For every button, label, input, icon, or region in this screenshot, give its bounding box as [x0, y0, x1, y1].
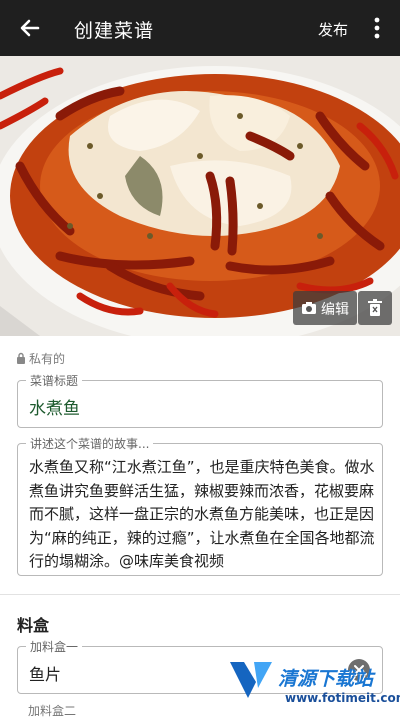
lock-icon [16, 352, 26, 367]
recipe-story-field[interactable]: 讲述这个菜谱的故事... 水煮鱼又称“江水煮江鱼”，也是重庆特色美食。做水煮鱼讲… [17, 435, 383, 576]
trash-icon [368, 299, 382, 316]
recipe-story-label: 讲述这个菜谱的故事... [26, 435, 154, 452]
watermark-text: 清源下载站 [278, 668, 374, 690]
recipe-title-field[interactable]: 菜谱标题 水煮鱼 [17, 372, 383, 428]
app-bar: 创建菜谱 发布 [0, 0, 400, 56]
watermark-url: www.fotimeit.com [285, 691, 400, 705]
page-title: 创建菜谱 [74, 20, 155, 42]
recipe-story-textarea[interactable]: 水煮鱼又称“江水煮江鱼”，也是重庆特色美食。做水煮鱼讲究鱼要鲜活生猛，辣椒要辣而… [29, 456, 377, 574]
recipe-title-input[interactable]: 水煮鱼 [29, 394, 80, 419]
section-divider [0, 594, 400, 595]
recipe-title-label: 菜谱标题 [26, 372, 83, 389]
edit-image-button[interactable]: 编辑 [293, 291, 357, 325]
camera-icon [301, 300, 317, 316]
privacy-label: 私有的 [29, 352, 66, 366]
watermark-logo-icon [230, 662, 272, 698]
edit-image-label: 编辑 [321, 302, 349, 318]
site-watermark: 清源下载站 www.fotimeit.com [228, 656, 400, 711]
ingredient-label-1: 加料盒一 [26, 638, 83, 655]
more-options-icon[interactable] [364, 14, 390, 42]
ingredient-input-1[interactable]: 鱼片 [29, 661, 61, 685]
back-arrow-icon[interactable] [14, 12, 46, 44]
ingredients-section-title: 料盒 [17, 616, 50, 635]
privacy-indicator[interactable]: 私有的 [16, 350, 65, 367]
publish-button[interactable]: 发布 [318, 19, 348, 40]
delete-image-button[interactable] [358, 291, 392, 325]
